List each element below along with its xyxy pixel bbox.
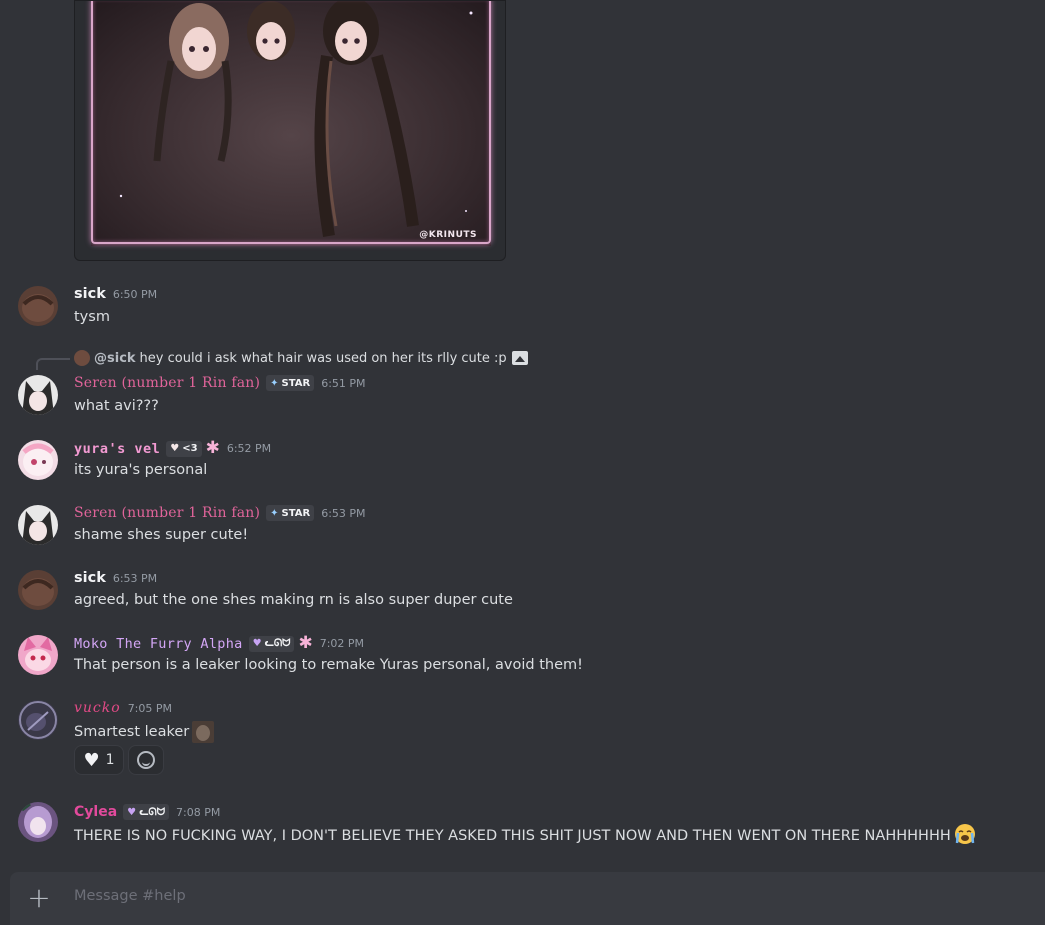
server-tag[interactable]: ✦ STAR [266, 505, 315, 521]
message-moko[interactable]: Moko The Furry Alpha ♥ ᓚᘏᗢ ✱ 7:02 PM That… [0, 633, 1045, 683]
message-yura[interactable]: yura's vel ♥ <3 ✱ 6:52 PM its yura's pers… [0, 438, 1045, 488]
message-text-content: Smartest leaker [74, 724, 190, 740]
avatar-cylea[interactable] [18, 802, 58, 842]
message-text: THERE IS NO FUCKING WAY, I DON'T BELIEVE… [74, 823, 976, 849]
username[interactable]: yura's vel [74, 441, 160, 457]
avatar-yura[interactable] [18, 440, 58, 480]
username[interactable]: Seren (number 1 Rin fan) [74, 505, 260, 521]
timestamp[interactable]: 6:53 PM [321, 507, 365, 520]
message-text: what avi??? [74, 398, 159, 414]
timestamp[interactable]: 6:51 PM [321, 377, 365, 390]
sparkle-icon: ✦ [270, 377, 279, 389]
username[interactable]: Seren (number 1 Rin fan) [74, 375, 260, 391]
image-icon [511, 351, 528, 365]
reply-text: hey could i ask what hair was used on he… [139, 350, 507, 366]
star-badge-icon[interactable]: ✱ [206, 440, 220, 457]
reply-reference[interactable]: @sick hey could i ask what hair was used… [74, 350, 528, 366]
message-text: That person is a leaker looking to remak… [74, 657, 583, 673]
message-text: its yura's personal [74, 462, 208, 478]
server-tag[interactable]: ♥ ᓚᘏᗢ [248, 635, 295, 652]
username[interactable]: sick [74, 570, 106, 586]
message-seren-2[interactable]: Seren (number 1 Rin fan) ✦ STAR 6:53 PM s… [0, 503, 1045, 553]
timestamp[interactable]: 7:02 PM [320, 637, 364, 650]
avatar-seren[interactable] [18, 375, 58, 415]
timestamp[interactable]: 6:52 PM [227, 442, 271, 455]
tag-label: ᓚᘏᗢ [139, 806, 166, 818]
custom-emoji[interactable] [192, 721, 215, 743]
timestamp[interactable]: 7:08 PM [176, 806, 220, 819]
reaction-heart[interactable]: ♥ 1 [74, 745, 124, 775]
avatar-sick[interactable] [18, 570, 58, 610]
chat-channel: @KRINUTS sick 6:50 PM tysm @sick hey cou… [0, 0, 1045, 925]
avatar-vucko[interactable] [18, 700, 58, 740]
avatar-moko[interactable] [18, 635, 58, 675]
message-text: shame shes super cute! [74, 527, 249, 543]
timestamp[interactable]: 6:53 PM [113, 572, 157, 585]
tag-label: STAR [281, 377, 311, 389]
avatar-sick[interactable] [18, 286, 58, 326]
server-tag[interactable]: ♥ ᓚᘏᗢ [123, 804, 170, 820]
attachment-artwork: @KRINUTS [91, 1, 491, 246]
avatar-seren[interactable] [18, 505, 58, 545]
message-text: Smartest leaker [74, 721, 215, 743]
message-seren-1[interactable]: Seren (number 1 Rin fan) ✦ STAR 6:51 PM w… [0, 373, 1045, 423]
add-reaction-button[interactable] [128, 745, 164, 775]
server-tag[interactable]: ✦ STAR [266, 375, 315, 391]
star-badge-icon[interactable]: ✱ [298, 635, 312, 652]
username[interactable]: Moko The Furry Alpha [74, 636, 243, 652]
reaction-count: 1 [105, 752, 115, 768]
loudly-crying-emoji-icon[interactable] [954, 823, 976, 849]
heart-icon: ♥ [127, 806, 137, 818]
tag-label: ᓚᘏᗢ [264, 638, 291, 649]
message-sick-1[interactable]: sick 6:50 PM tysm [0, 284, 1045, 334]
timestamp[interactable]: 7:05 PM [128, 702, 172, 715]
attachment-watermark: @KRINUTS [419, 230, 477, 240]
smiley-icon [137, 751, 155, 769]
reply-spine [36, 358, 70, 370]
username[interactable]: sick [74, 286, 106, 302]
username[interactable]: vucko [74, 700, 121, 716]
message-composer: + [10, 872, 1045, 925]
message-text: tysm [74, 309, 110, 325]
reactions-bar: ♥ 1 [74, 745, 164, 775]
image-attachment[interactable]: @KRINUTS [74, 0, 506, 261]
message-text-content: THERE IS NO FUCKING WAY, I DON'T BELIEVE… [74, 828, 951, 844]
heart-icon: ♥ [170, 443, 180, 454]
heart-icon: ♥ [252, 638, 262, 649]
heart-icon: ♥ [83, 749, 100, 771]
server-tag[interactable]: ♥ <3 [166, 440, 202, 457]
tag-label: STAR [281, 507, 311, 519]
reply-username[interactable]: @sick [94, 351, 136, 366]
timestamp[interactable]: 6:50 PM [113, 288, 157, 301]
attachment-frame [91, 1, 491, 244]
message-text: agreed, but the one shes making rn is al… [74, 592, 513, 608]
reply-avatar [74, 350, 90, 366]
message-cylea[interactable]: Cylea ♥ ᓚᘏᗢ 7:08 PM THERE IS NO FUCKING W… [0, 802, 1045, 852]
sparkle-icon: ✦ [270, 507, 279, 519]
plus-icon[interactable]: + [26, 884, 52, 912]
message-sick-2[interactable]: sick 6:53 PM agreed, but the one shes ma… [0, 568, 1045, 618]
tag-label: <3 [182, 443, 198, 454]
username[interactable]: Cylea [74, 804, 117, 820]
message-input[interactable] [74, 888, 974, 904]
